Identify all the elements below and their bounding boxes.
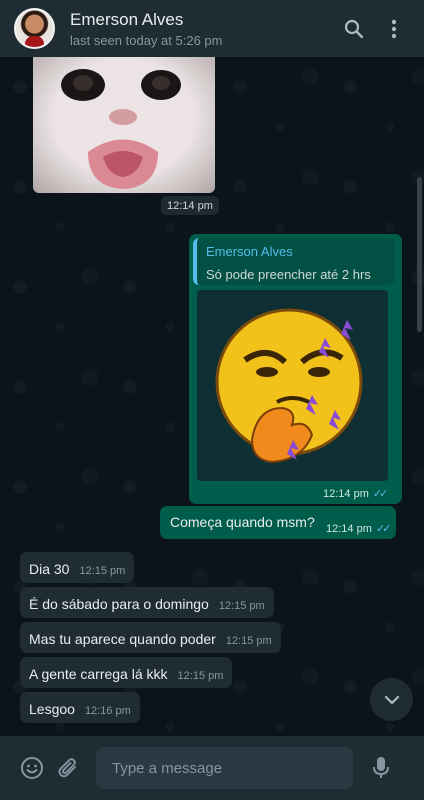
composer bbox=[0, 736, 424, 800]
quoted-text: Só pode preencher até 2 hrs bbox=[206, 267, 371, 282]
menu-icon[interactable] bbox=[376, 11, 412, 47]
message-text: Começa quando msm? bbox=[170, 514, 315, 530]
message-time: 12:15 pm bbox=[79, 565, 126, 577]
reply-meta: 12:14 pm ✓✓ bbox=[323, 487, 389, 501]
message-input[interactable] bbox=[96, 747, 353, 789]
scrollbar[interactable] bbox=[417, 177, 422, 332]
contact-info[interactable]: Emerson Alves last seen today at 5:26 pm bbox=[70, 10, 332, 48]
reply-time: 12:14 pm bbox=[323, 487, 369, 500]
outgoing-message[interactable]: Começa quando msm? 12:14 pm ✓✓ bbox=[160, 506, 396, 539]
chevron-down-icon bbox=[384, 695, 399, 704]
read-ticks-icon: ✓✓ bbox=[375, 523, 392, 535]
quoted-sender: Emerson Alves bbox=[206, 244, 293, 259]
outgoing-time: 12:14 pm bbox=[326, 522, 372, 535]
message-text: Lesgoo bbox=[29, 701, 75, 717]
scroll-down-button[interactable] bbox=[370, 678, 413, 721]
image-message[interactable] bbox=[33, 57, 215, 193]
chat-area[interactable]: 12:14 pm Emerson Alves Só pode preencher… bbox=[0, 57, 424, 736]
message-time: 12:15 pm bbox=[177, 670, 224, 682]
incoming-message[interactable]: A gente carrega lá kkk 12:15 pm bbox=[20, 657, 233, 688]
incoming-message[interactable]: Dia 30 12:15 pm bbox=[20, 552, 135, 583]
message-text: Mas tu aparece quando poder bbox=[29, 631, 216, 647]
message-text: Dia 30 bbox=[29, 561, 70, 577]
mic-icon[interactable] bbox=[363, 750, 399, 786]
face-sticker bbox=[215, 308, 363, 464]
reply-message[interactable]: Emerson Alves Só pode preencher até 2 hr… bbox=[189, 234, 402, 504]
outgoing-meta: 12:14 pm ✓✓ bbox=[326, 522, 392, 536]
message-time: 12:15 pm bbox=[218, 600, 265, 612]
sticker-image[interactable] bbox=[197, 290, 388, 481]
emoji-icon[interactable] bbox=[14, 750, 50, 786]
quoted-message[interactable]: Emerson Alves Só pode preencher até 2 hr… bbox=[193, 238, 395, 285]
incoming-message[interactable]: É do sábado para o domingo 12:15 pm bbox=[20, 587, 274, 618]
search-icon[interactable] bbox=[336, 11, 372, 47]
incoming-message[interactable]: Lesgoo 12:16 pm bbox=[20, 692, 140, 723]
message-time: 12:15 pm bbox=[225, 635, 272, 647]
message-text: É do sábado para o domingo bbox=[29, 596, 209, 612]
avatar[interactable] bbox=[14, 8, 55, 49]
contact-name: Emerson Alves bbox=[70, 9, 184, 29]
chat-header: Emerson Alves last seen today at 5:26 pm bbox=[0, 0, 424, 57]
message-text: A gente carrega lá kkk bbox=[29, 666, 168, 682]
cat-image bbox=[61, 69, 181, 189]
incoming-message[interactable]: Mas tu aparece quando poder 12:15 pm bbox=[20, 622, 281, 653]
attach-icon[interactable] bbox=[50, 750, 86, 786]
read-ticks-icon: ✓✓ bbox=[372, 488, 389, 500]
message-time: 12:16 pm bbox=[84, 705, 131, 717]
image-timestamp: 12:14 pm bbox=[161, 196, 219, 215]
last-seen-status: last seen today at 5:26 pm bbox=[70, 32, 223, 48]
